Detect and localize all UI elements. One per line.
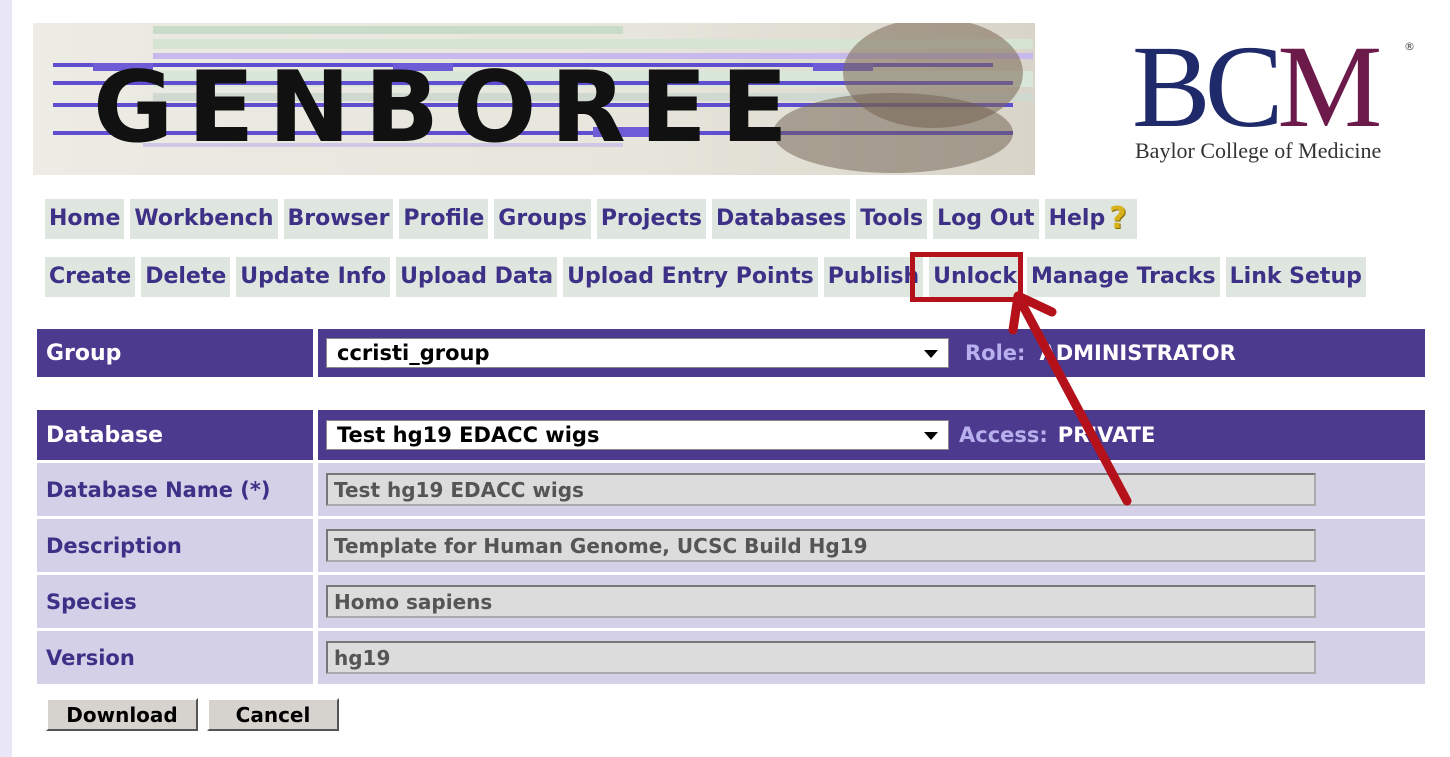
menu-browser[interactable]: Browser	[283, 199, 394, 239]
field-label: Database Name (*)	[37, 463, 313, 516]
menu-profile[interactable]: Profile	[399, 199, 489, 239]
version-input[interactable]: hg19	[326, 641, 1316, 674]
description-input[interactable]: Template for Human Genome, UCSC Build Hg…	[326, 529, 1316, 562]
registered-mark: ®	[1404, 40, 1415, 53]
access-value: PRIVATE	[1057, 423, 1156, 447]
bcm-subtitle: Baylor College of Medicine	[1135, 138, 1382, 163]
menu-home[interactable]: Home	[45, 199, 125, 239]
menu-groups[interactable]: Groups	[494, 199, 591, 239]
version-row: Version hg19	[37, 631, 1425, 684]
cancel-button[interactable]: Cancel	[207, 698, 339, 731]
chevron-down-icon	[924, 432, 938, 440]
role-label: Role:	[965, 341, 1026, 365]
description-row: Description Template for Human Genome, U…	[37, 519, 1425, 572]
menu-log-out[interactable]: Log Out	[933, 199, 1039, 239]
field-label: Description	[37, 519, 313, 572]
menu-databases[interactable]: Databases	[712, 199, 851, 239]
group-select-value: ccristi_group	[337, 341, 490, 365]
database-label: Database	[37, 410, 313, 460]
menu-help-label: Help	[1048, 206, 1106, 231]
left-margin-stripe	[0, 0, 12, 757]
bcm-logo: BCM ® Baylor College of Medicine	[1132, 28, 1422, 168]
download-button[interactable]: Download	[46, 698, 198, 731]
genboree-banner: GENBOREE	[33, 23, 1035, 175]
sub-menu: Create Delete Update Info Upload Data Up…	[45, 257, 1366, 297]
species-input[interactable]: Homo sapiens	[326, 585, 1316, 618]
database-row: Database Test hg19 EDACC wigs Access: PR…	[37, 410, 1425, 460]
database-select-value: Test hg19 EDACC wigs	[337, 423, 600, 447]
database-name-input[interactable]: Test hg19 EDACC wigs	[326, 473, 1316, 506]
submenu-delete[interactable]: Delete	[141, 257, 231, 297]
group-value-cell: ccristi_group Role: ADMINISTRATOR	[318, 329, 1425, 377]
chevron-down-icon	[924, 350, 938, 358]
group-label: Group	[37, 329, 313, 377]
submenu-create[interactable]: Create	[45, 257, 136, 297]
submenu-upload-entry-points[interactable]: Upload Entry Points	[563, 257, 818, 297]
bcm-letters: BCM	[1132, 21, 1382, 152]
menu-workbench[interactable]: Workbench	[130, 199, 278, 239]
field-label: Species	[37, 575, 313, 628]
question-mark-icon[interactable]: ?	[1109, 204, 1133, 234]
species-row: Species Homo sapiens	[37, 575, 1425, 628]
menu-projects[interactable]: Projects	[596, 199, 707, 239]
submenu-link-setup[interactable]: Link Setup	[1225, 257, 1366, 297]
access-label: Access:	[959, 423, 1048, 447]
database-name-row: Database Name (*) Test hg19 EDACC wigs	[37, 463, 1425, 516]
field-label: Version	[37, 631, 313, 684]
menu-help[interactable]: Help ?	[1044, 199, 1138, 239]
submenu-update-info[interactable]: Update Info	[236, 257, 391, 297]
menu-tools[interactable]: Tools	[856, 199, 928, 239]
submenu-publish[interactable]: Publish	[823, 257, 924, 297]
genboree-logo-text: GENBOREE	[93, 51, 802, 165]
unlock-highlight-box	[910, 252, 1023, 302]
group-row: Group ccristi_group Role: ADMINISTRATOR	[37, 329, 1425, 377]
database-value-cell: Test hg19 EDACC wigs Access: PRIVATE	[318, 410, 1425, 460]
database-select[interactable]: Test hg19 EDACC wigs	[326, 420, 949, 450]
group-select[interactable]: ccristi_group	[326, 338, 949, 368]
role-value: ADMINISTRATOR	[1039, 341, 1236, 365]
main-menu: Home Workbench Browser Profile Groups Pr…	[45, 199, 1138, 239]
submenu-upload-data[interactable]: Upload Data	[396, 257, 558, 297]
submenu-manage-tracks[interactable]: Manage Tracks	[1027, 257, 1220, 297]
